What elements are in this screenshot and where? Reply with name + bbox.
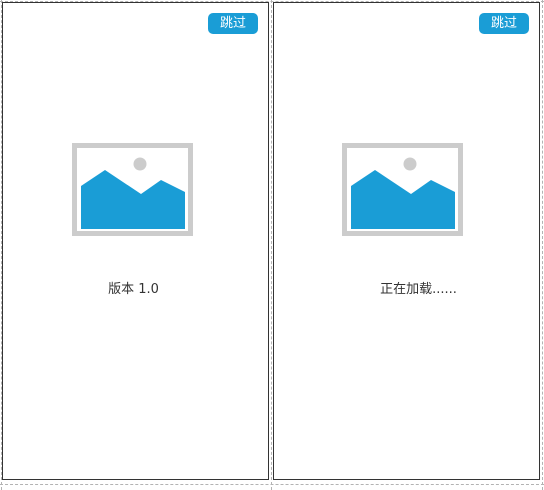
splash-screen-version: 跳过 版本 1.0 [2, 2, 269, 480]
guide-line-middle [271, 0, 272, 490]
image-placeholder-icon [342, 143, 463, 236]
loading-caption: 正在加载...... [380, 282, 457, 297]
skip-button[interactable]: 跳过 [208, 13, 258, 34]
version-caption: 版本 1.0 [108, 282, 159, 297]
guide-line-bottom [0, 484, 544, 485]
image-placeholder-icon [72, 143, 193, 236]
skip-button[interactable]: 跳过 [479, 13, 529, 34]
guide-line-right [542, 0, 543, 490]
splash-screen-loading: 跳过 正在加载...... [273, 2, 540, 480]
wireframe-canvas: 跳过 版本 1.0 跳过 正在加载...... [0, 0, 544, 490]
